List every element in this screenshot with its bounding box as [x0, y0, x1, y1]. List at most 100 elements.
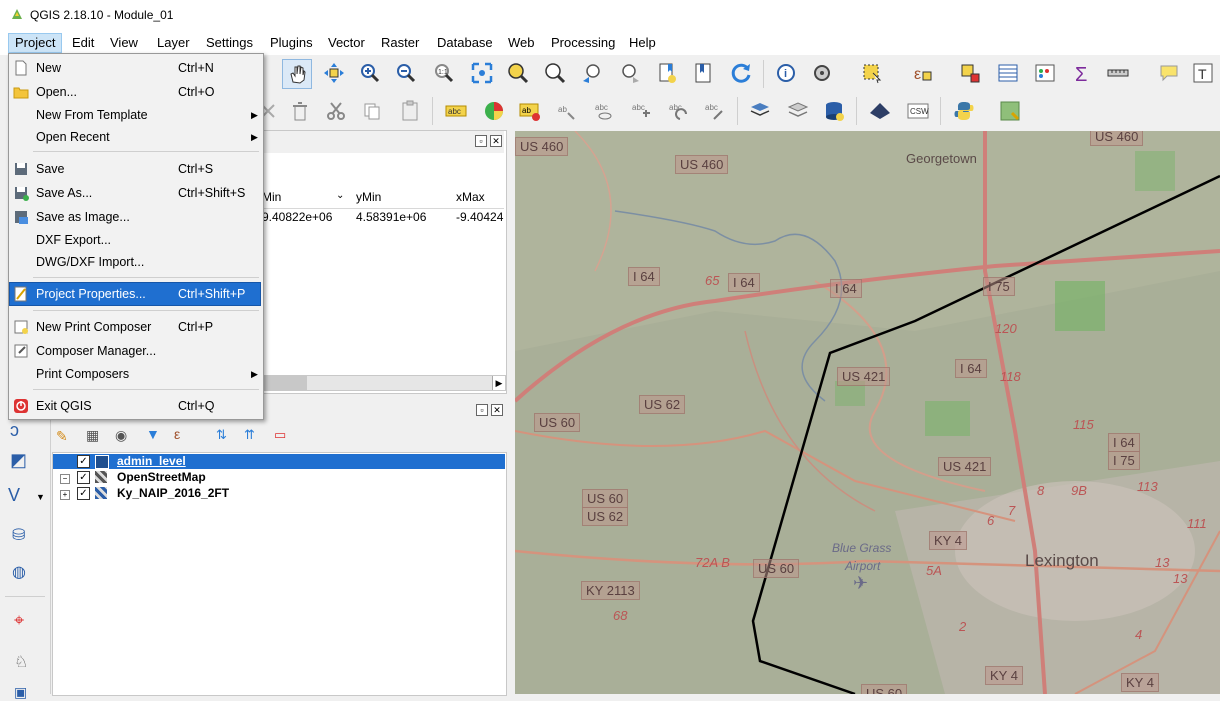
show-bookmarks-icon[interactable]	[689, 59, 717, 87]
menu-help[interactable]: Help	[623, 34, 662, 52]
menu-item-dxf-export[interactable]: DXF Export...	[10, 229, 262, 251]
select-features-icon[interactable]	[858, 59, 886, 87]
measure-line-icon[interactable]	[1104, 59, 1132, 87]
add-gps-icon[interactable]: ♘	[14, 652, 28, 672]
styling-brush-icon[interactable]: ✎	[56, 428, 68, 445]
pin-labels-icon[interactable]: ab	[552, 97, 580, 125]
menu-edit[interactable]: Edit	[66, 34, 100, 52]
delete-selected-icon[interactable]	[286, 97, 314, 125]
add-wms-layer-icon[interactable]	[746, 97, 774, 125]
expand-all-icon[interactable]: ⇅	[216, 427, 227, 443]
attribute-table-icon[interactable]	[994, 59, 1022, 87]
filter-expression-icon[interactable]: ε	[174, 426, 180, 442]
column-header-ymin[interactable]: yMin	[356, 190, 381, 204]
rotate-label-icon[interactable]: abc	[664, 97, 692, 125]
field-calculator-icon[interactable]	[1031, 59, 1059, 87]
identify-features-icon[interactable]: i	[772, 59, 800, 87]
python-console-icon[interactable]	[950, 97, 978, 125]
add-wcs-layer-icon[interactable]	[866, 97, 894, 125]
menu-item-save[interactable]: Save Ctrl+S	[10, 158, 262, 180]
add-wfs-layer-icon[interactable]	[784, 97, 812, 125]
menu-item-exit-qgis[interactable]: Exit QGIS Ctrl+Q	[10, 395, 262, 417]
menu-item-print-composers[interactable]: Print Composers ▶	[10, 363, 262, 385]
menu-database[interactable]: Database	[431, 34, 499, 52]
layer-name-openstreetmap[interactable]: OpenStreetMap	[117, 470, 206, 485]
select-by-expression-icon[interactable]: ε	[908, 59, 936, 87]
float-icon[interactable]: ▫	[475, 135, 487, 147]
float-icon[interactable]: ▫	[476, 404, 488, 416]
menu-item-project-properties[interactable]: Project Properties... Ctrl+Shift+P	[9, 282, 261, 306]
highlight-pinned-labels-icon[interactable]: ab	[516, 97, 544, 125]
menu-item-open[interactable]: Open... Ctrl+O	[10, 81, 262, 103]
menu-plugins[interactable]: Plugins	[264, 34, 319, 52]
sort-chevron-icon[interactable]: ⌄	[336, 190, 344, 201]
menu-item-new[interactable]: New Ctrl+N	[10, 57, 262, 79]
menu-item-save-as[interactable]: Save As... Ctrl+Shift+S	[10, 182, 262, 204]
add-database-layer-icon[interactable]	[820, 97, 848, 125]
close-icon[interactable]: ✕	[491, 404, 503, 416]
layer-name-ky-naip[interactable]: Ky_NAIP_2016_2FT	[117, 486, 229, 501]
layer-checkbox[interactable]: ✓	[77, 471, 90, 484]
zoom-to-selection-icon[interactable]	[504, 59, 532, 87]
visibility-eye-icon[interactable]: ◉	[115, 427, 127, 444]
add-group-icon[interactable]: ▦	[86, 427, 99, 444]
column-header-xmin[interactable]: Min	[262, 190, 281, 204]
add-mssql-layer-icon[interactable]: ◍	[12, 562, 26, 582]
zoom-to-layer-icon[interactable]	[541, 59, 569, 87]
menu-item-composer-manager[interactable]: Composer Manager...	[10, 340, 262, 362]
menu-item-new-print-composer[interactable]: New Print Composer Ctrl+P	[10, 316, 262, 338]
zoom-full-icon[interactable]	[468, 59, 496, 87]
filter-legend-icon[interactable]: ▼	[146, 426, 160, 442]
pan-to-selection-icon[interactable]	[320, 59, 348, 87]
move-label-icon[interactable]: abc	[627, 97, 655, 125]
add-spatialite-layer-icon[interactable]: ⛁	[12, 525, 25, 545]
zoom-in-icon[interactable]	[356, 59, 384, 87]
layer-labeling-icon[interactable]: abc	[442, 97, 470, 125]
text-annotation-icon[interactable]: T	[1189, 59, 1217, 87]
zoom-native-icon[interactable]: 1:1	[430, 59, 458, 87]
menu-web[interactable]: Web	[502, 34, 541, 52]
menu-item-save-as-image[interactable]: Save as Image...	[10, 206, 262, 228]
statistical-summary-icon[interactable]: Σ	[1068, 59, 1096, 87]
copy-features-icon[interactable]	[358, 97, 386, 125]
menu-processing[interactable]: Processing	[545, 34, 621, 52]
menu-layer[interactable]: Layer	[151, 34, 196, 52]
scrollbar-thumb[interactable]	[263, 376, 307, 390]
horizontal-scrollbar[interactable]: ▶	[262, 375, 506, 391]
menu-item-dwg-dxf-import[interactable]: DWG/DXF Import...	[10, 251, 262, 273]
column-header-xmax[interactable]: xMax	[456, 190, 485, 204]
scroll-right-icon[interactable]: ▶	[492, 376, 505, 390]
remove-layer-icon[interactable]: ▭	[274, 427, 286, 443]
add-postgis-layer-icon[interactable]: V	[8, 485, 20, 506]
zoom-out-icon[interactable]	[392, 59, 420, 87]
add-raster-layer-icon[interactable]: ◩	[10, 450, 27, 471]
plugin-map-icon[interactable]	[996, 97, 1024, 125]
pan-icon[interactable]	[282, 59, 312, 89]
add-csw-icon[interactable]: CSW	[904, 97, 932, 125]
menu-view[interactable]: View	[104, 34, 144, 52]
menu-item-new-from-template[interactable]: New From Template ▶	[10, 104, 262, 126]
expand-icon[interactable]: −	[60, 474, 70, 484]
layer-diagram-icon[interactable]	[480, 97, 508, 125]
menu-vector[interactable]: Vector	[322, 34, 371, 52]
menu-project[interactable]: Project	[8, 33, 63, 53]
deselect-all-icon[interactable]	[956, 59, 984, 87]
close-icon[interactable]: ✕	[490, 135, 502, 147]
menu-raster[interactable]: Raster	[375, 34, 425, 52]
cut-features-icon[interactable]	[322, 97, 350, 125]
layer-name-admin-level[interactable]: admin_level	[117, 454, 186, 469]
layer-checkbox[interactable]: ✓	[77, 487, 90, 500]
add-vector-layer-icon[interactable]: ↄ	[10, 420, 19, 441]
layer-checkbox[interactable]: ✓	[77, 455, 90, 468]
map-tips-icon[interactable]	[1155, 59, 1183, 87]
show-hide-labels-icon[interactable]: abc	[590, 97, 618, 125]
dropdown-arrow-icon[interactable]: ▼	[36, 492, 45, 502]
map-canvas[interactable]: Georgetown Lexington Blue Grass Airport …	[515, 131, 1220, 694]
refresh-icon[interactable]	[727, 59, 755, 87]
paste-features-icon[interactable]	[396, 97, 424, 125]
add-layer-icon[interactable]: ▣	[14, 684, 27, 701]
zoom-next-icon[interactable]	[615, 59, 643, 87]
menu-item-open-recent[interactable]: Open Recent ▶	[10, 126, 262, 148]
expand-icon[interactable]: +	[60, 490, 70, 500]
menu-settings[interactable]: Settings	[200, 34, 259, 52]
